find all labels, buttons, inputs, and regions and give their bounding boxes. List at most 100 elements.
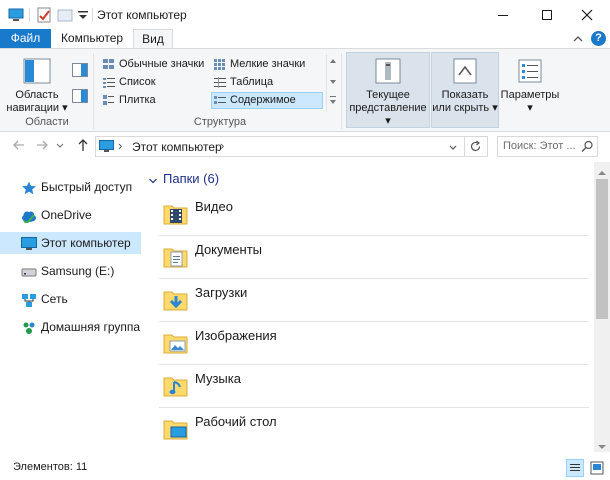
folder-name: Загрузки (195, 285, 248, 300)
help-icon[interactable]: ? (591, 31, 606, 46)
folder-name: Видео (195, 199, 233, 214)
address-root-chevron[interactable]: › (118, 138, 122, 153)
nav-item-network[interactable]: Сеть (0, 288, 141, 310)
nav-item-this-pc[interactable]: Этот компьютер (0, 232, 141, 254)
content-view-icon (214, 96, 226, 107)
layout-large-icons[interactable]: Обычные значки (101, 56, 207, 73)
nav-item-quick-access[interactable]: Быстрый доступ (0, 176, 141, 198)
show-hide-label-line1: Показать (441, 89, 489, 101)
nav-item-onedrive[interactable]: OneDrive (0, 204, 141, 226)
details-view-icon[interactable] (566, 459, 584, 477)
search-placeholder: Поиск: Этот ... (503, 140, 576, 152)
small-icons-icon (214, 59, 226, 70)
address-row: › Этот компьютер › Поиск: Этот ... (0, 133, 610, 159)
status-bar: Элементов: 11 (0, 456, 610, 480)
tab-view[interactable]: Вид (133, 29, 173, 50)
collapse-ribbon-icon[interactable] (572, 33, 584, 45)
star-icon (21, 180, 37, 195)
nav-item-label: Samsung (E:) (41, 264, 115, 278)
address-path-chevron[interactable]: › (220, 138, 224, 153)
layout-tiles[interactable]: Плитка (101, 92, 207, 109)
options-label-text: Параметры (500, 89, 560, 101)
folder-row-videos[interactable]: Видео (159, 193, 589, 236)
list-icon (103, 77, 115, 88)
search-input[interactable]: Поиск: Этот ... (497, 136, 598, 157)
folder-name: Изображения (195, 328, 277, 343)
navigation-pane-label-line2: навигации ▾ (6, 102, 68, 114)
folder-row-pictures[interactable]: Изображения (159, 322, 589, 365)
details-pane-icon[interactable] (72, 89, 88, 103)
customize-toolbar-icon[interactable] (75, 7, 91, 23)
group-label-layout: Структура (193, 116, 247, 128)
current-view-label: Текущее представление ▾ (346, 89, 430, 128)
close-button[interactable] (564, 0, 610, 30)
address-bar[interactable]: › Этот компьютер › (95, 136, 488, 157)
nav-item-homegroup[interactable]: Домашняя группа (0, 316, 141, 338)
navigation-pane-icon[interactable] (23, 57, 53, 87)
address-dropdown-icon[interactable] (448, 142, 458, 152)
layout-small-icons-label: Мелкие значки (230, 58, 306, 70)
desktop-folder-icon (163, 416, 189, 442)
current-view-label-line2: представление ▾ (349, 102, 427, 127)
tab-file[interactable]: Файл (0, 29, 51, 49)
folder-name: Музыка (195, 371, 241, 386)
show-hide-icon (451, 57, 479, 85)
vertical-scrollbar[interactable] (594, 162, 610, 452)
title-bar: Этот компьютер (0, 0, 610, 30)
scrollbar-thumb[interactable] (596, 179, 608, 319)
layout-large-icons-label: Обычные значки (119, 58, 205, 70)
show-hide-label: Показать или скрыть ▾ (431, 89, 499, 115)
address-path[interactable]: Этот компьютер (132, 140, 222, 154)
folder-row-music[interactable]: Музыка (159, 365, 589, 408)
folder-name: Рабочий стол (195, 414, 277, 429)
layout-list[interactable]: Список (101, 74, 207, 91)
documents-folder-icon (163, 244, 189, 270)
videos-folder-icon (163, 201, 189, 227)
group-label-panes: Области (25, 116, 69, 128)
tab-computer[interactable]: Компьютер (53, 29, 131, 49)
cloud-icon (21, 208, 37, 225)
layout-list-label: Список (119, 76, 156, 88)
layout-small-icons[interactable]: Мелкие значки (212, 56, 322, 73)
network-icon (21, 292, 37, 307)
options-label[interactable]: Параметры ▾ (500, 89, 560, 115)
up-arrow-icon[interactable] (76, 138, 90, 155)
options-icon[interactable] (516, 57, 544, 85)
drive-icon (21, 264, 37, 278)
items-count: Элементов: 11 (13, 461, 88, 473)
navigation-pane-label-line1: Область (15, 89, 59, 101)
recent-locations-icon[interactable] (55, 138, 65, 155)
properties-icon[interactable] (36, 7, 52, 23)
nav-item-label: Этот компьютер (41, 236, 131, 250)
minimize-button[interactable] (480, 0, 526, 30)
scroll-down-icon[interactable] (597, 440, 607, 449)
nav-item-samsung-drive[interactable]: Samsung (E:) (0, 260, 141, 282)
tiles-icon (103, 95, 115, 106)
folder-row-downloads[interactable]: Загрузки (159, 279, 589, 322)
refresh-icon[interactable] (469, 140, 482, 153)
folder-row-documents[interactable]: Документы (159, 236, 589, 279)
group-collapse-icon[interactable] (148, 175, 158, 185)
nav-item-label: Домашняя группа (41, 320, 141, 334)
navigation-pane-label[interactable]: Область навигации ▾ (4, 89, 70, 115)
layout-content[interactable]: Содержимое (211, 92, 323, 109)
layout-details[interactable]: Таблица (212, 74, 322, 91)
preview-pane-icon[interactable] (72, 63, 88, 77)
file-list: Папки (6) Видео Документы Загрузки Изобр… (143, 162, 594, 452)
scroll-up-icon[interactable] (597, 166, 607, 175)
nav-item-label: Сеть (41, 292, 68, 306)
window-title: Этот компьютер (97, 8, 187, 22)
nav-item-label: Быстрый доступ (41, 180, 133, 194)
folders-group-header[interactable]: Папки (6) (163, 171, 219, 186)
layout-tiles-label: Плитка (119, 94, 156, 106)
back-arrow-icon[interactable] (12, 138, 26, 155)
nav-item-label: OneDrive (41, 208, 92, 222)
new-folder-icon[interactable] (57, 7, 73, 23)
computer-app-icon[interactable] (8, 7, 24, 23)
music-folder-icon (163, 373, 189, 399)
options-dropdown-arrow: ▾ (527, 102, 533, 114)
forward-arrow-icon[interactable] (35, 138, 49, 155)
layout-gallery-scroller[interactable] (326, 54, 338, 112)
large-icons-view-icon[interactable] (588, 459, 606, 477)
folder-row-desktop[interactable]: Рабочий стол (159, 408, 589, 451)
